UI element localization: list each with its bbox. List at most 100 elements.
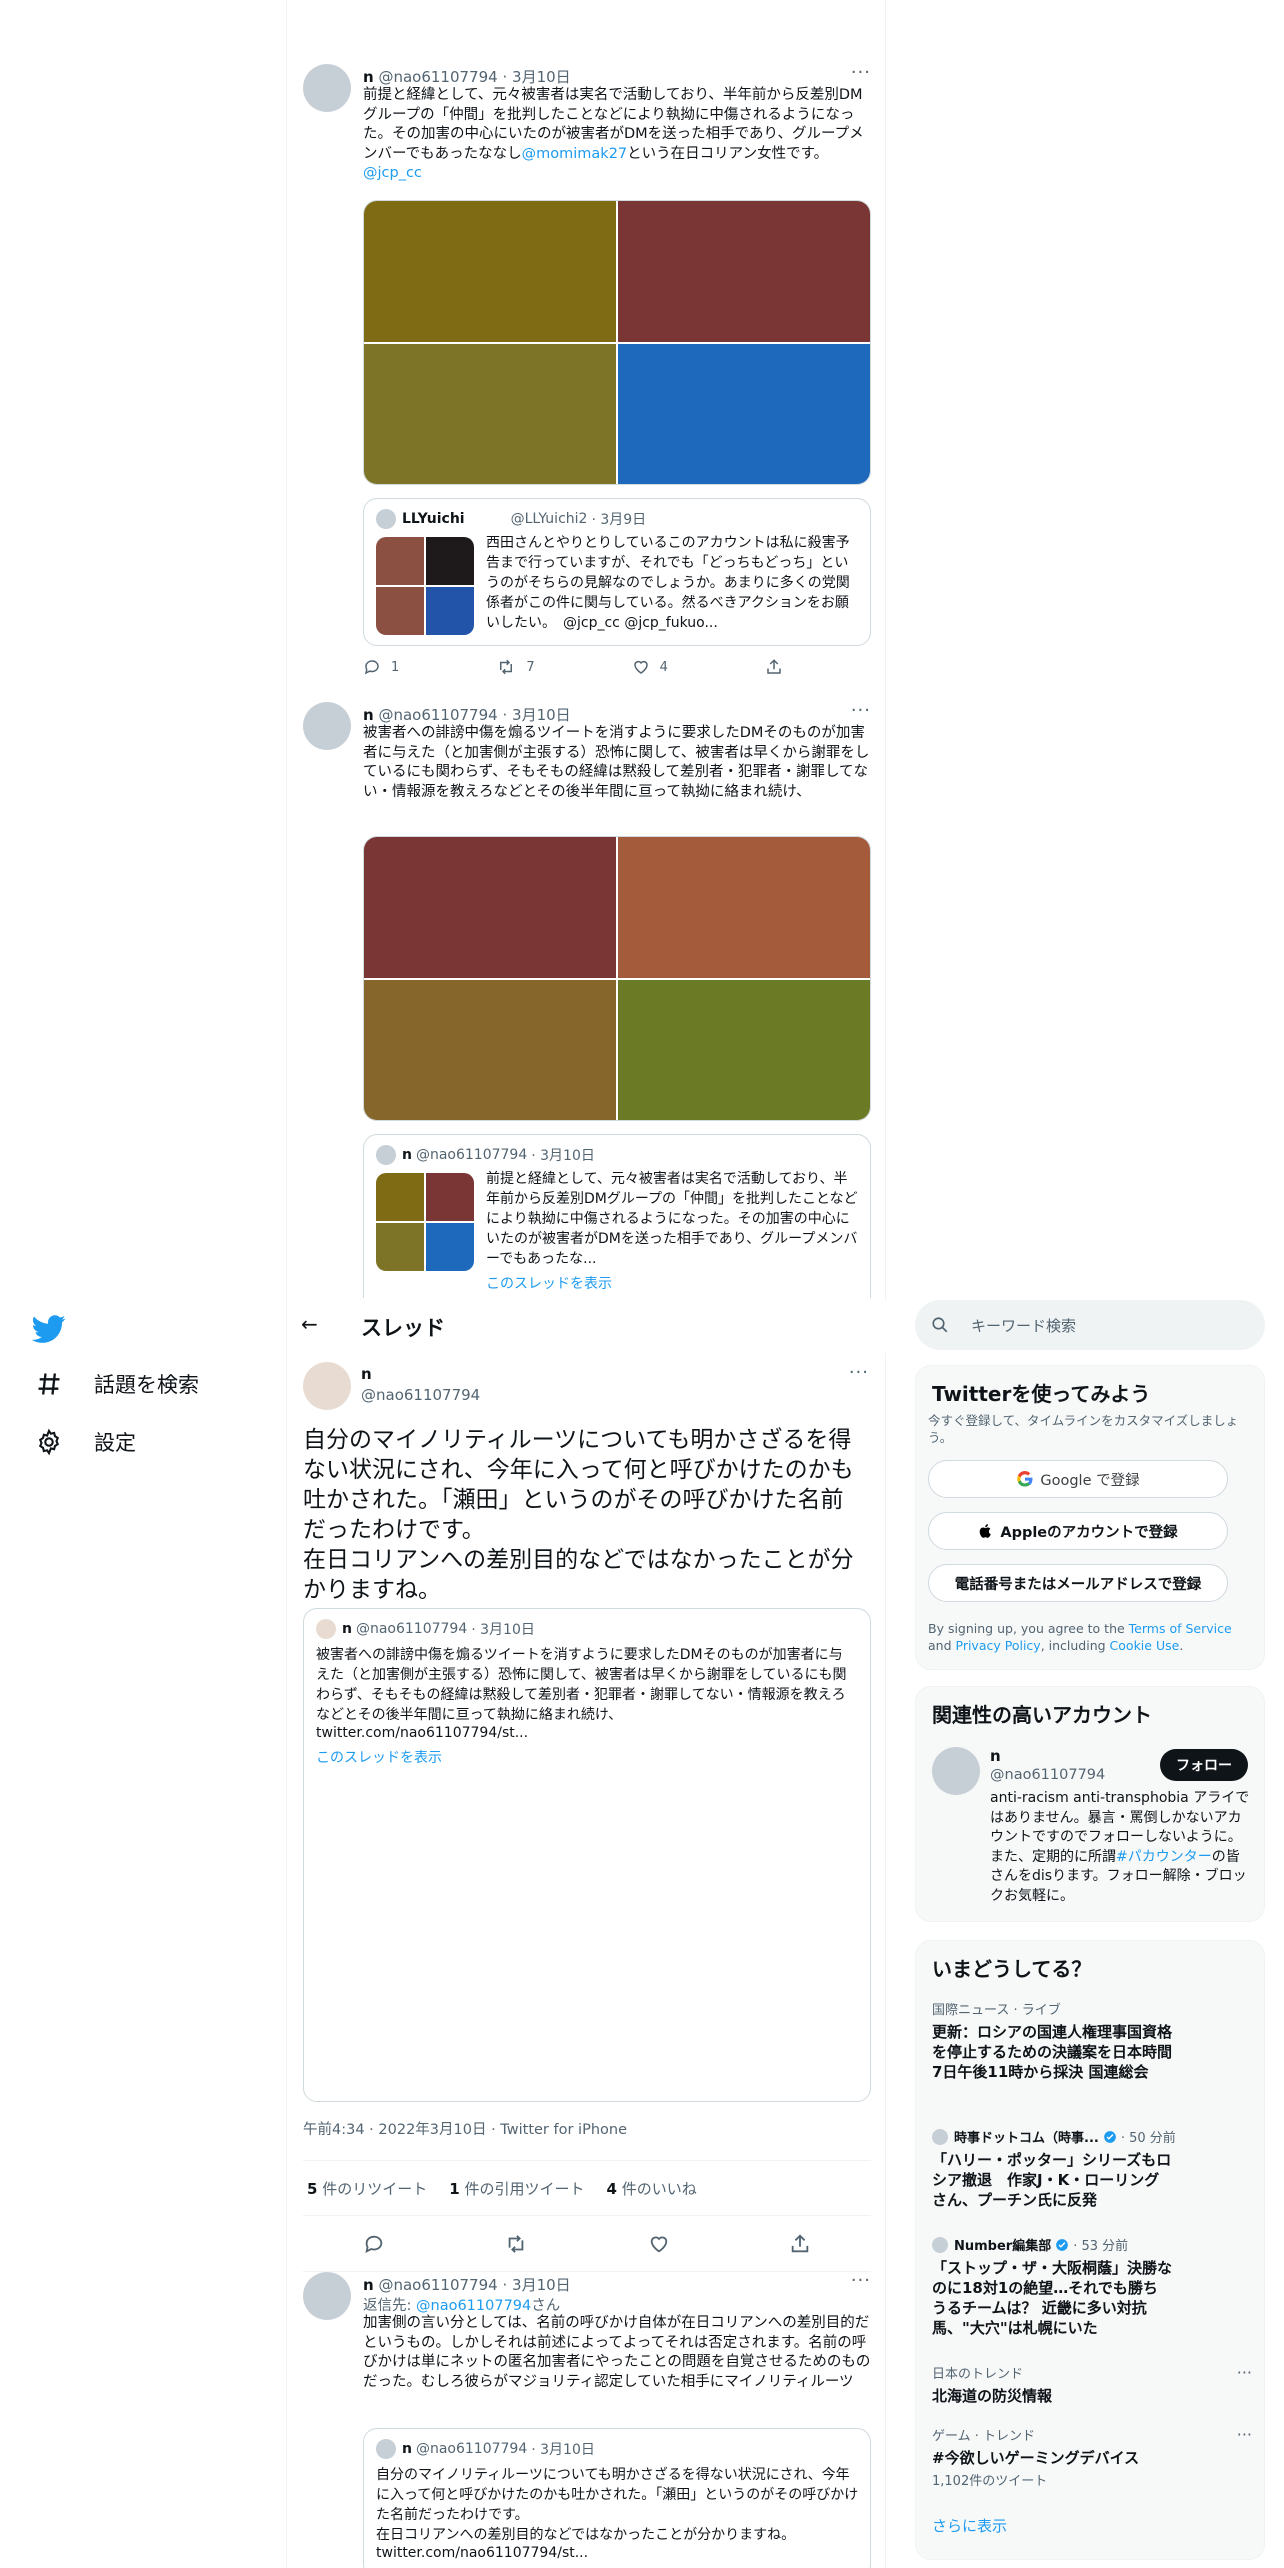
tweet-1[interactable]: n @nao61107794 · 3月10日 ··· 前提と経緯として、元々被害… <box>287 60 887 695</box>
privacy-link[interactable]: Privacy Policy <box>956 1638 1041 1653</box>
quote-thumbnail <box>376 1173 474 1271</box>
main-quote-tweet[interactable]: n @nao61107794 · 3月10日 被害者への誹謗中傷を煽るツイートを… <box>303 1608 871 2102</box>
retweets-num: 5 <box>307 2179 318 2198</box>
avatar[interactable] <box>303 2272 351 2320</box>
related-avatar[interactable] <box>932 1747 980 1795</box>
trends-title: いまどうしてる？ <box>932 1957 1092 1981</box>
tweet-date[interactable]: · 3月10日 <box>502 68 570 86</box>
media-image[interactable] <box>364 201 616 342</box>
quote-tweet[interactable]: n @nao61107794 · 3月10日 自分のマイノリティルーツについても… <box>363 2428 871 2568</box>
author-handle[interactable]: @nao61107794 <box>378 706 497 724</box>
source-avatar <box>932 2128 948 2145</box>
trend-item[interactable]: ゲーム · トレンド #今欲しいゲーミングデバイス 1,102件のツイート ··… <box>932 2425 1252 2489</box>
search-input[interactable]: キーワード検索 <box>915 1300 1265 1350</box>
author-name[interactable]: n <box>363 2276 374 2294</box>
main-author-handle[interactable]: @nao61107794 <box>361 1386 480 1404</box>
tweet-date[interactable]: · 3月10日 <box>502 2276 570 2294</box>
thumb-cell <box>426 1173 474 1221</box>
like-button[interactable]: 4 <box>632 658 668 676</box>
quote-text: 自分のマイノリティルーツについても明かさざるを得ない状況にされ、今年に入って何と… <box>376 2467 859 2543</box>
quote-avatar <box>376 1145 396 1165</box>
twitter-logo-icon[interactable] <box>32 1312 66 1346</box>
author-name[interactable]: n <box>363 68 374 86</box>
quote-author-name: n <box>402 1147 412 1163</box>
quote-link[interactable]: twitter.com/nao61107794/st... <box>316 1725 528 1741</box>
avatar[interactable] <box>303 64 351 112</box>
likes-stat[interactable]: 4 件のいいね <box>606 2178 696 2199</box>
more-icon[interactable]: ··· <box>851 62 871 83</box>
retweet-button[interactable]: 7 <box>496 658 535 676</box>
media-grid[interactable] <box>363 836 871 1121</box>
trend-item[interactable]: 時事ドットコム（時事... · 50 分前 「ハリー・ポッター」シリーズもロシア… <box>932 2127 1252 2210</box>
quote-link[interactable]: twitter.com/nao61107794/st... <box>376 2545 588 2561</box>
media-grid[interactable] <box>363 200 871 485</box>
trend-more-icon[interactable]: ··· <box>1237 2363 1252 2382</box>
mention-link[interactable]: @momimak27 <box>522 146 628 162</box>
google-icon <box>1017 1471 1033 1487</box>
reply-to-handle[interactable]: @nao61107794 <box>416 2298 531 2314</box>
heart-icon <box>633 660 648 674</box>
trend-item[interactable]: 日本のトレンド 北海道の防災情報 ··· <box>932 2363 1252 2406</box>
media-image[interactable] <box>618 201 870 342</box>
mention-link[interactable]: @jcp_cc <box>363 165 422 181</box>
media-image[interactable] <box>364 979 616 1120</box>
reply-to-suffix: さん <box>531 2298 561 2314</box>
back-arrow-icon[interactable]: ← <box>301 1312 318 1336</box>
google-signup-button[interactable]: Google で登録 <box>928 1460 1228 1498</box>
author-handle[interactable]: @nao61107794 <box>378 2276 497 2294</box>
main-author-avatar[interactable] <box>303 1362 351 1410</box>
verified-badge-icon <box>1103 2130 1116 2143</box>
tweet-timestamp[interactable]: 午前4:34 · 2022年3月10日 · Twitter for iPhone <box>303 2118 627 2139</box>
quotes-stat[interactable]: 1 件の引用ツイート <box>449 2178 584 2199</box>
quote-author-name: n <box>402 2441 412 2457</box>
quote-tweet[interactable]: LLYuichi @LLYuichi2 · 3月9日 西田さんとやりとりしている… <box>363 498 871 646</box>
cookie-link[interactable]: Cookie Use <box>1110 1638 1180 1653</box>
apple-signup-button[interactable]: Appleのアカウントで登録 <box>928 1512 1228 1550</box>
nav-explore[interactable]: 話題を検索 <box>32 1362 199 1406</box>
show-thread-link[interactable]: このスレッドを表示 <box>486 1273 612 1293</box>
media-image[interactable] <box>618 343 870 484</box>
media-image[interactable] <box>618 837 870 978</box>
quote-tweet[interactable]: n @nao61107794 · 3月10日 前提と経緯として、元々被害者は実名… <box>363 1134 871 1298</box>
share-icon[interactable] <box>789 2233 811 2255</box>
hashtag-link[interactable]: #パカウンター <box>1116 1849 1212 1865</box>
related-name[interactable]: n <box>990 1747 1001 1765</box>
reply-icon[interactable] <box>363 2233 385 2255</box>
terms-link[interactable]: Terms of Service <box>1129 1621 1232 1636</box>
trend-more-icon[interactable]: ··· <box>1237 2425 1252 2444</box>
trend-meta: Number編集部 · 53 分前 <box>932 2235 1252 2254</box>
media-image[interactable] <box>364 343 616 484</box>
more-icon[interactable]: ··· <box>849 1362 869 1383</box>
retweet-icon[interactable] <box>504 2233 528 2255</box>
show-thread-link[interactable]: このスレッドを表示 <box>316 1747 442 1767</box>
retweets-stat[interactable]: 5 件のリツイート <box>307 2178 427 2199</box>
trend-item[interactable]: 国際ニュース · ライブ 更新：ロシアの国連人権理事国資格を停止するための決議案… <box>932 1999 1252 2082</box>
tweet-header: n @nao61107794 · 3月10日 <box>363 704 571 725</box>
verified-badge-icon <box>1056 2238 1069 2251</box>
media-image[interactable] <box>364 837 616 978</box>
phone-signup-button[interactable]: 電話番号またはメールアドレスで登録 <box>928 1564 1228 1602</box>
nav-settings[interactable]: 設定 <box>32 1420 136 1464</box>
tweet-2[interactable]: n @nao61107794 · 3月10日 ··· 被害者への誹謗中傷を煽るツ… <box>287 698 887 1298</box>
reply-tweet[interactable]: n @nao61107794 · 3月10日 ··· 返信先: @nao6110… <box>287 2268 887 2568</box>
like-count: 4 <box>659 659 668 675</box>
thread-header: ← スレッド <box>287 1300 887 1353</box>
related-handle[interactable]: @nao61107794 <box>990 1767 1105 1783</box>
heart-icon[interactable] <box>648 2233 670 2255</box>
media-image[interactable] <box>618 979 870 1120</box>
tweet-date[interactable]: · 3月10日 <box>502 706 570 724</box>
quote-author-handle: @nao61107794 <box>415 1147 528 1163</box>
main-author-name[interactable]: n <box>361 1365 372 1383</box>
more-icon[interactable]: ··· <box>851 2270 871 2291</box>
show-more-link[interactable]: さらに表示 <box>932 2515 1007 2536</box>
avatar[interactable] <box>303 702 351 750</box>
author-name[interactable]: n <box>363 706 374 724</box>
reply-button[interactable]: 1 <box>363 658 399 676</box>
author-handle[interactable]: @nao61107794 <box>378 68 497 86</box>
follow-button[interactable]: フォロー <box>1160 1749 1248 1781</box>
more-icon[interactable]: ··· <box>851 700 871 721</box>
quote-author-handle: @nao61107794 <box>415 2441 528 2457</box>
page-title: スレッド <box>361 1316 445 1340</box>
trend-item[interactable]: Number編集部 · 53 分前 「ストップ・ザ・大阪桐蔭」決勝なのに18対1… <box>932 2235 1252 2338</box>
share-button[interactable] <box>765 658 783 676</box>
